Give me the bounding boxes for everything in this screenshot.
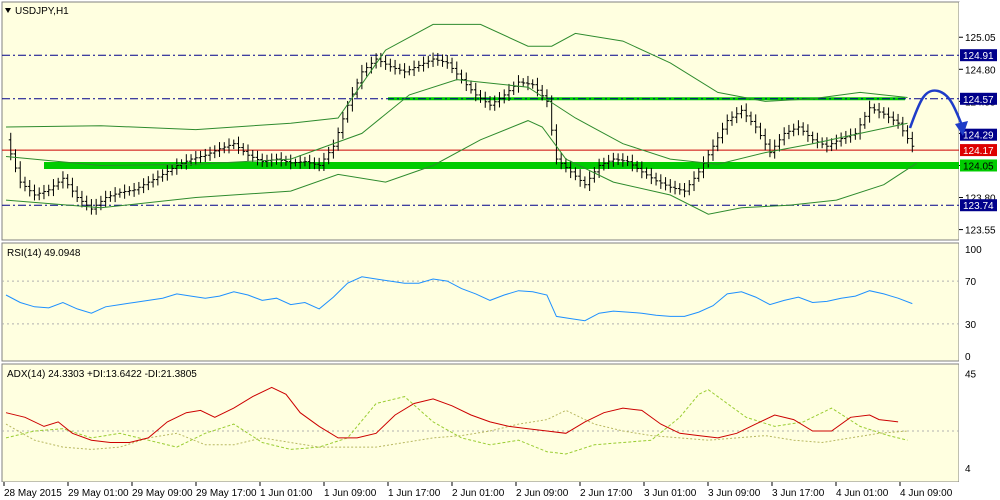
time-tick-label: 2 Jun 17:00 [580, 488, 633, 499]
price-label-text: 124.17 [963, 146, 994, 157]
adx-tick-label: 4 [965, 464, 971, 475]
time-tick-label: 4 Jun 01:00 [836, 488, 889, 499]
chart-canvas: 125.05124.80124.55124.30124.05123.80123.… [0, 1, 1000, 500]
time-tick-label: 3 Jun 17:00 [772, 488, 825, 499]
price-label: 123.74 [960, 199, 997, 212]
price-label: 124.91 [960, 49, 997, 62]
rsi-tick-label: 0 [965, 352, 971, 363]
price-panel [1, 1, 960, 241]
rsi-tick-label: 70 [965, 277, 977, 288]
price-label: 124.29 [960, 128, 997, 142]
time-tick-label: 1 Jun 17:00 [388, 488, 441, 499]
time-tick-label: 2 Jun 01:00 [452, 488, 505, 499]
time-tick-label: 29 May 01:00 [68, 488, 129, 499]
time-tick-label: 29 May 09:00 [132, 488, 193, 499]
price-label: 124.17 [960, 144, 997, 157]
symbol-label: USDJPY,H1 [15, 6, 69, 17]
time-tick-label: 3 Jun 09:00 [708, 488, 761, 499]
price-label-text: 124.57 [963, 95, 994, 106]
price-tick-label: 124.80 [965, 65, 996, 76]
price-label-text: 124.29 [963, 131, 994, 142]
adx-label: ADX(14) 24.3303 +DI:13.6422 -DI:21.3805 [7, 369, 197, 380]
time-tick-label: 2 Jun 09:00 [516, 488, 569, 499]
price-label-text: 124.05 [963, 161, 994, 172]
price-label: 124.05 [960, 159, 997, 172]
rsi-label: RSI(14) 49.0948 [7, 248, 81, 259]
time-tick-label: 4 Jun 09:00 [900, 488, 953, 499]
time-tick-label: 3 Jun 01:00 [644, 488, 697, 499]
time-tick-label: 1 Jun 09:00 [324, 488, 377, 499]
rsi-tick-label: 100 [965, 245, 982, 256]
chart-window: 125.05124.80124.55124.30124.05123.80123.… [0, 0, 1000, 500]
time-tick-label: 28 May 2015 [4, 488, 62, 499]
price-label-text: 123.74 [963, 201, 994, 212]
price-tick-label: 123.55 [965, 226, 996, 237]
adx-tick-label: 45 [965, 370, 977, 381]
price-label-text: 124.91 [963, 51, 994, 62]
price-tick-label: 125.05 [965, 33, 996, 44]
time-tick-label: 1 Jun 01:00 [260, 488, 313, 499]
adx-panel [1, 363, 960, 483]
time-tick-label: 29 May 17:00 [196, 488, 257, 499]
price-label: 124.57 [960, 92, 997, 106]
rsi-tick-label: 30 [965, 320, 977, 331]
